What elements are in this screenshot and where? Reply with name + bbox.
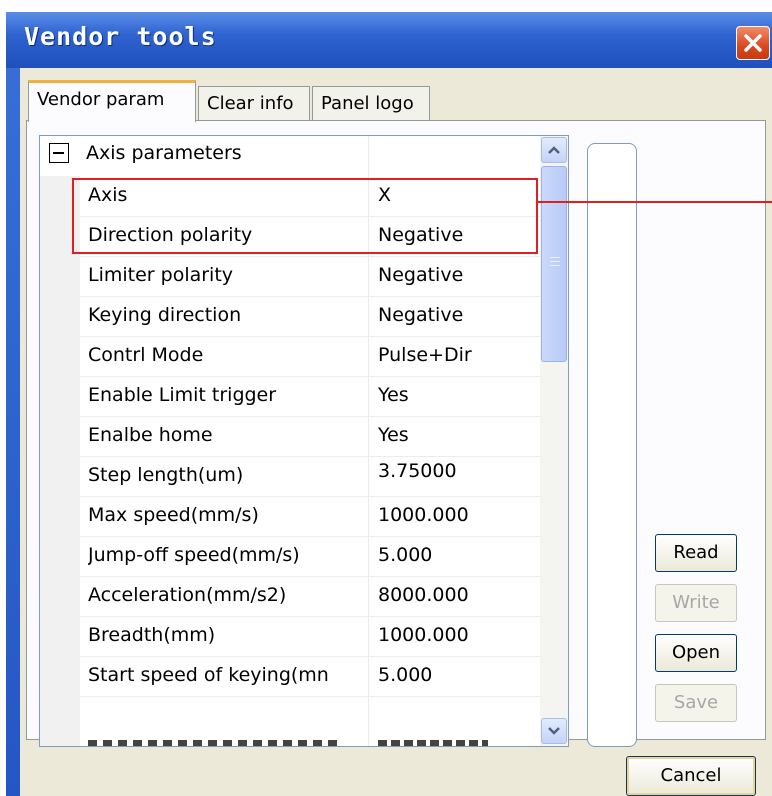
tab-label: Panel logo (321, 93, 414, 114)
property-name: Contrl Mode (88, 344, 204, 366)
grid-gutter (40, 176, 80, 746)
property-row[interactable]: Enable Limit trigger Yes (80, 376, 540, 416)
grip-line (550, 261, 560, 262)
chevron-up-icon (548, 146, 560, 154)
tab-panel-logo[interactable]: Panel logo (312, 86, 430, 120)
property-value[interactable]: Yes (378, 384, 409, 406)
tab-label: Clear info (207, 93, 294, 114)
property-value[interactable]: 1000.000 (378, 624, 469, 646)
property-row-partial[interactable] (80, 696, 540, 746)
property-name: Enable Limit trigger (88, 384, 277, 406)
property-name: Step length(um) (88, 464, 244, 486)
window-title: Vendor tools (24, 22, 217, 51)
property-name: Enalbe home (88, 424, 213, 446)
tab-clear-info[interactable]: Clear info (198, 86, 310, 120)
annotation-highlight-box (72, 178, 538, 254)
property-row[interactable]: Max speed(mm/s) 1000.000 (80, 496, 540, 536)
property-row[interactable]: Keying direction Negative (80, 296, 540, 336)
property-name: Max speed(mm/s) (88, 504, 259, 526)
property-value[interactable]: 5.000 (378, 544, 432, 566)
property-name: Limiter polarity (88, 264, 234, 286)
property-row[interactable]: Start speed of keying(mn 5.000 (80, 656, 540, 696)
property-value[interactable]: 1000.000 (378, 504, 469, 526)
property-value[interactable]: Pulse+Dir (378, 344, 472, 366)
scroll-down-button[interactable] (541, 718, 567, 744)
open-button[interactable]: Open (655, 634, 737, 672)
property-row[interactable]: Acceleration(mm/s2) 8000.000 (80, 576, 540, 616)
grip-line (550, 265, 560, 266)
collapse-icon[interactable] (49, 143, 69, 163)
property-row[interactable]: Contrl Mode Pulse+Dir (80, 336, 540, 376)
close-button[interactable] (736, 26, 770, 60)
close-icon (744, 34, 762, 52)
clipped-row-text (88, 740, 338, 746)
property-row[interactable]: Enalbe home Yes (80, 416, 540, 456)
property-name: Keying direction (88, 304, 242, 326)
property-name: Jump-off speed(mm/s) (88, 544, 300, 566)
scroll-thumb[interactable] (541, 166, 567, 362)
property-name: Start speed of keying(mn (88, 664, 329, 686)
write-button[interactable]: Write (655, 584, 737, 622)
title-bar[interactable]: Vendor tools (6, 12, 772, 68)
property-row[interactable]: Breadth(mm) 1000.000 (80, 616, 540, 656)
property-row[interactable]: Limiter polarity Negative (80, 256, 540, 296)
property-row[interactable]: Step length(um) 3.75000 (80, 456, 540, 496)
vertical-scrollbar[interactable] (540, 136, 568, 746)
read-button[interactable]: Read (655, 534, 737, 572)
property-value[interactable]: Negative (378, 264, 463, 286)
annotation-callout-line (538, 201, 772, 203)
category-row-axis-parameters[interactable]: Axis parameters (40, 136, 540, 176)
clipped-row-value (378, 740, 488, 746)
cancel-button[interactable]: Cancel (626, 756, 756, 796)
property-value[interactable]: Yes (378, 424, 409, 446)
property-value[interactable]: Negative (378, 304, 463, 326)
property-value[interactable]: 8000.000 (378, 584, 469, 606)
property-value[interactable]: 3.75000 (378, 460, 457, 482)
vendor-tools-window: Vendor tools Vendor param Clear info Pan… (6, 12, 772, 796)
property-name: Breadth(mm) (88, 624, 216, 646)
chevron-down-icon (548, 727, 560, 735)
property-value[interactable]: 5.000 (378, 664, 432, 686)
grip-line (550, 257, 560, 258)
category-label: Axis parameters (86, 142, 242, 164)
scroll-up-button[interactable] (541, 137, 567, 163)
tab-label: Vendor param (37, 89, 165, 110)
save-button[interactable]: Save (655, 684, 737, 722)
tab-vendor-param[interactable]: Vendor param (28, 80, 196, 122)
property-row[interactable]: Jump-off speed(mm/s) 5.000 (80, 536, 540, 576)
property-name: Acceleration(mm/s2) (88, 584, 287, 606)
side-list-box[interactable] (587, 143, 637, 747)
